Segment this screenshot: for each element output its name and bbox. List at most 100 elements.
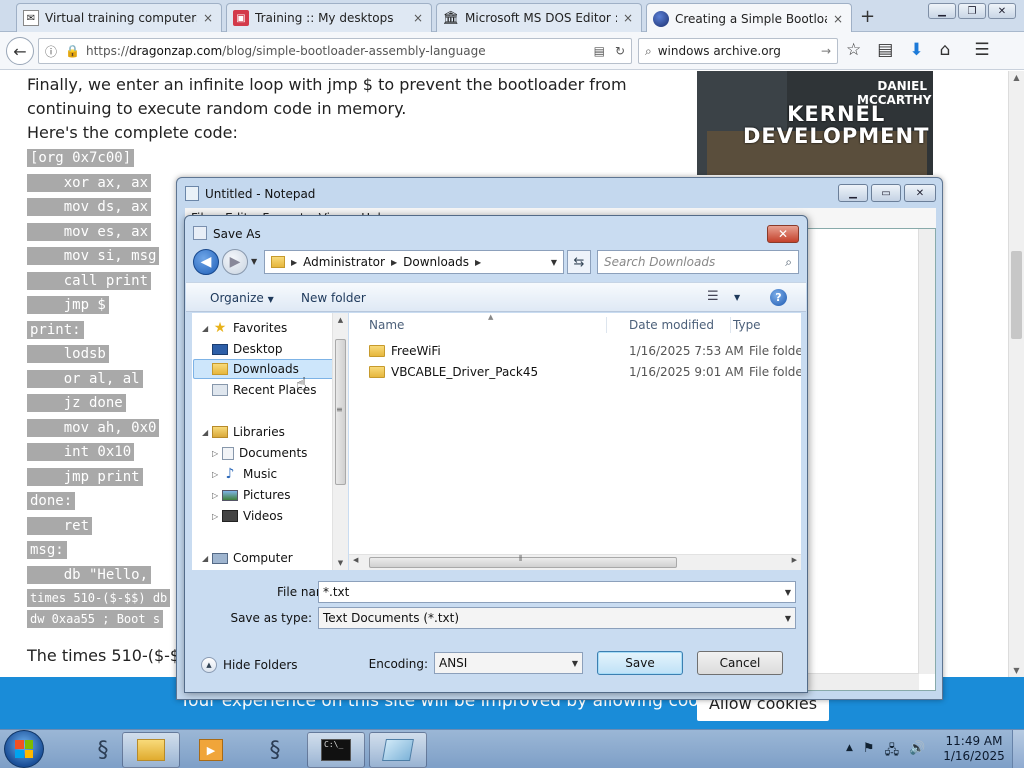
kernel-development-promo-image[interactable]: DANIEL MCCARTHY KERNEL DEVELOPMENT (697, 71, 933, 175)
file-list-horizontal-scrollbar[interactable]: ◀ ⦀ ▶ (349, 554, 801, 570)
scroll-down-icon[interactable]: ▼ (333, 559, 348, 567)
hide-folders-button[interactable]: ▲ Hide Folders (201, 657, 298, 673)
breadcrumb-administrator[interactable]: Administrator (303, 255, 385, 269)
page-scrollbar[interactable]: ▲ ▼ (1008, 71, 1024, 677)
new-folder-button[interactable]: New folder (301, 291, 366, 305)
close-icon[interactable]: ✕ (904, 184, 936, 202)
page-scrollbar-thumb[interactable] (1011, 251, 1022, 339)
menu-icon[interactable]: ☰ (974, 40, 989, 60)
scroll-right-icon[interactable]: ▶ (792, 556, 797, 564)
navigation-pane-scrollbar[interactable]: ▲ ≡ ▼ (332, 313, 348, 570)
restore-icon[interactable]: ❐ (958, 3, 986, 19)
system-clock[interactable]: 11:49 AM 1/16/2025 (942, 734, 1006, 764)
chevron-right-icon[interactable]: ▶ (391, 258, 397, 267)
column-divider[interactable] (606, 317, 607, 333)
close-icon[interactable]: ✕ (988, 3, 1016, 19)
taskbar-dragon-app-icon[interactable]: § (246, 732, 304, 768)
download-icon[interactable]: ⬇ (909, 40, 923, 60)
search-go-icon[interactable]: → (821, 44, 831, 58)
chevron-right-icon[interactable]: ▶ (475, 258, 481, 267)
taskbar-file-explorer-icon[interactable] (122, 732, 180, 768)
back-arrow-icon[interactable]: ◀ (193, 249, 219, 275)
chevron-down-icon[interactable]: ▼ (785, 614, 791, 623)
column-divider[interactable] (730, 317, 731, 333)
organize-button[interactable]: Organize ▼ (210, 291, 274, 305)
scroll-left-icon[interactable]: ◀ (353, 556, 358, 564)
view-options-icon[interactable]: ☰ (707, 289, 719, 304)
tab-training-desktops[interactable]: ▣ Training :: My desktops × (226, 3, 432, 32)
new-tab-button[interactable]: + (860, 6, 875, 27)
tab-close-icon[interactable]: × (831, 12, 845, 26)
tree-item-pictures[interactable]: ▷ Pictures (212, 485, 291, 505)
info-icon[interactable]: ⓘ (45, 43, 57, 60)
reader-view-icon[interactable]: ▤ (594, 44, 605, 58)
tab-close-icon[interactable]: × (621, 11, 635, 25)
scroll-down-icon[interactable]: ▼ (1009, 666, 1024, 675)
tab-close-icon[interactable]: × (411, 11, 425, 25)
scrollbar-thumb[interactable] (369, 557, 677, 568)
encoding-select[interactable]: ANSI ▼ (434, 652, 583, 674)
tree-item-music[interactable]: ▷ ♪ Music (212, 464, 277, 484)
collapse-triangle-icon[interactable]: ▷ (212, 491, 222, 500)
scroll-up-icon[interactable]: ▲ (1009, 73, 1024, 82)
tree-item-computer[interactable]: ◢ Computer (202, 548, 293, 568)
expand-triangle-icon[interactable]: ◢ (202, 554, 212, 563)
tree-item-favorites[interactable]: ◢ ★ Favorites (202, 318, 287, 338)
chevron-down-icon[interactable]: ▼ (785, 588, 791, 597)
column-header-date-modified[interactable]: Date modified (609, 313, 729, 337)
minimize-icon[interactable]: ▁ (838, 184, 868, 202)
chevron-down-icon[interactable]: ▼ (734, 293, 740, 302)
network-icon[interactable]: 🖧 (885, 741, 900, 763)
help-icon[interactable]: ? (770, 289, 787, 306)
collapse-triangle-icon[interactable]: ▷ (212, 512, 222, 521)
tab-ms-dos-editor[interactable]: 🏛 Microsoft MS DOS Editor : F × (436, 3, 642, 32)
tab-close-icon[interactable]: × (201, 11, 215, 25)
collapse-triangle-icon[interactable]: ▷ (212, 449, 222, 458)
cancel-button[interactable]: Cancel (697, 651, 783, 675)
save-button[interactable]: Save (597, 651, 683, 675)
home-icon[interactable]: ⌂ (940, 40, 951, 60)
taskbar-notepad-icon[interactable] (369, 732, 427, 768)
start-button[interactable] (4, 730, 44, 768)
collapse-triangle-icon[interactable]: ▷ (212, 470, 222, 479)
tab-virtual-training[interactable]: ✉ Virtual training computers f × (16, 3, 222, 32)
chevron-down-icon[interactable]: ▼ (572, 659, 578, 668)
back-button[interactable]: ← (6, 37, 34, 65)
table-row[interactable]: VBCABLE_Driver_Pack45 1/16/2025 9:01 AM … (349, 362, 801, 382)
show-hidden-icons-icon[interactable]: ▲ (846, 743, 853, 763)
reload-icon[interactable]: ↻ (615, 44, 625, 58)
url-bar[interactable]: ⓘ 🔒 https://dragonzap.com/blog/simple-bo… (38, 38, 632, 64)
bookmarks-list-icon[interactable]: ▤ (877, 40, 893, 60)
search-input[interactable]: Search Downloads ⌕ (597, 250, 799, 274)
refresh-icon[interactable]: ⇆ (567, 250, 591, 274)
tree-item-desktop[interactable]: Desktop (212, 339, 283, 359)
address-bar[interactable]: ▶ Administrator ▶ Downloads ▶ ▼ (264, 250, 564, 274)
tree-item-downloads[interactable]: Downloads (193, 359, 337, 379)
show-desktop-button[interactable] (1012, 730, 1024, 768)
breadcrumb-downloads[interactable]: Downloads (403, 255, 469, 269)
minimize-icon[interactable]: ▁ (928, 3, 956, 19)
bookmark-star-icon[interactable]: ☆ (846, 40, 861, 60)
file-name-field[interactable]: *.txt ▼ (318, 581, 796, 603)
tab-creating-bootloader[interactable]: Creating a Simple Bootloade × (646, 3, 852, 33)
maximize-icon[interactable]: ▭ (871, 184, 901, 202)
recent-locations-dropdown-icon[interactable]: ▼ (251, 257, 257, 266)
editor-vertical-scrollbar[interactable] (918, 229, 935, 674)
chevron-right-icon[interactable]: ▶ (291, 258, 297, 267)
action-center-flag-icon[interactable]: ⚑ (863, 741, 875, 763)
save-as-type-select[interactable]: Text Documents (*.txt) ▼ (318, 607, 796, 629)
volume-icon[interactable]: 🔊 (909, 741, 925, 763)
column-header-type[interactable]: Type (733, 313, 801, 337)
expand-triangle-icon[interactable]: ◢ (202, 428, 212, 437)
address-dropdown-icon[interactable]: ▼ (551, 258, 557, 267)
forward-arrow-icon[interactable]: ▶ (222, 249, 248, 275)
tree-item-documents[interactable]: ▷ Documents (212, 443, 307, 463)
close-icon[interactable]: ✕ (767, 225, 799, 243)
tree-item-videos[interactable]: ▷ Videos (212, 506, 283, 526)
taskbar-command-prompt-icon[interactable]: C:\_ (307, 732, 365, 768)
search-icon[interactable]: ⌕ (785, 255, 792, 270)
scroll-up-icon[interactable]: ▲ (333, 316, 348, 324)
taskbar-media-player-icon[interactable]: ▶ (182, 732, 240, 768)
column-header-name[interactable]: Name (349, 313, 605, 337)
table-row[interactable]: FreeWiFi 1/16/2025 7:53 AM File folder (349, 341, 801, 361)
